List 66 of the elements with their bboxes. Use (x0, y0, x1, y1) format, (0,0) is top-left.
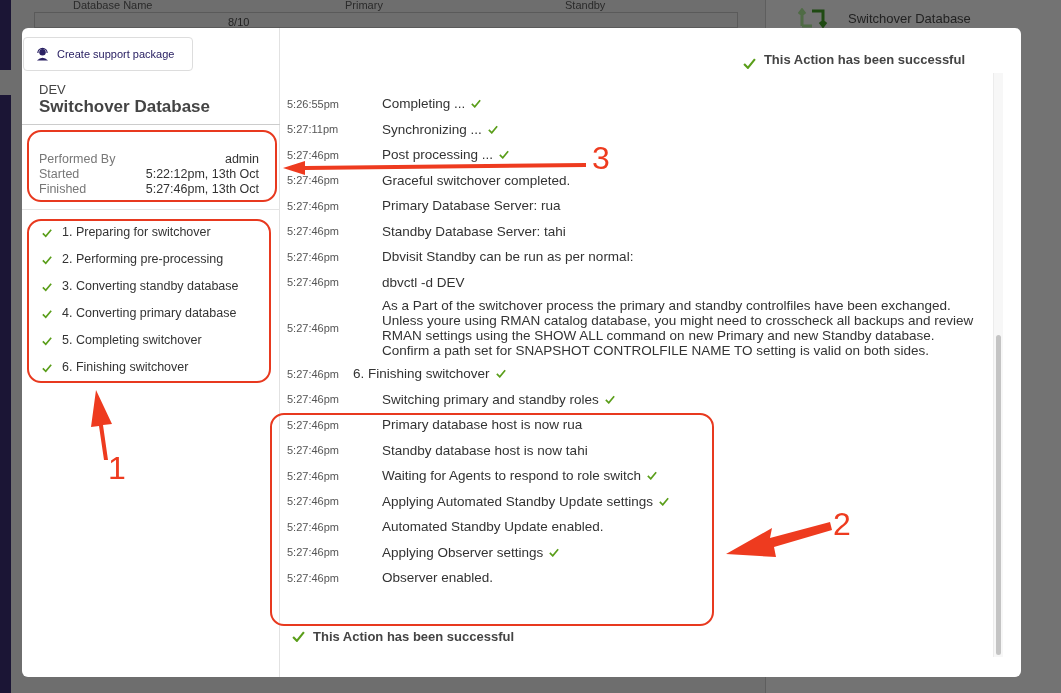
step-label: 4. Converting primary database (62, 305, 237, 323)
log-time: 5:27:46pm (287, 443, 340, 458)
log-time: 5:27:46pm (287, 417, 340, 433)
log-time: 5:27:46pm (287, 173, 340, 188)
step-label: 2. Performing pre-processing (62, 251, 224, 269)
callout-number: 1 (108, 452, 126, 484)
detail-value: 5:27:46pm, 13th Oct (145, 182, 259, 197)
log-message: Completing ... (382, 96, 466, 112)
callout-number: 3 (592, 142, 610, 174)
step-label: 1. Preparing for switchover (62, 224, 211, 242)
scrollbar-thumb[interactable] (996, 335, 1001, 655)
log-time: 5:27:46pm (287, 468, 340, 484)
log-time: 5:26:55pm (287, 96, 340, 112)
log-message: Primary Database Server: rua (382, 198, 561, 214)
detail-label: Finished (39, 182, 87, 197)
log-message: Applying Automated Standby Update settings (382, 493, 653, 509)
log-message: Waiting for Agents to respond to role switch (382, 468, 642, 484)
log-time: 5:27:11pm (287, 122, 340, 137)
headset-icon (36, 47, 49, 61)
nav-bar (0, 0, 11, 70)
log-time: 5:27:46pm (287, 545, 340, 560)
log-time: 5:27:46pm (287, 366, 340, 382)
column-header: Primary (345, 0, 383, 11)
log-message: As a Part of the switchover process the primary and standby controlfiles have been exchanged. Unless youre using RMAN catalog database, you might need to crosscheck all backups and review RMAN settings using the SHOW ALL command on new Primary and new Standby database. Confirm a path set for SNAPSHOT CONTROLFILE NAME TO setting is valid on both sides. (382, 298, 975, 358)
dialog-title: Switchover Database (39, 97, 211, 117)
log-message: Switching primary and standby roles (382, 391, 599, 407)
detail-label: Performed By (39, 152, 116, 167)
log-time: 5:27:46pm (287, 275, 340, 290)
log-message: Standby database host is now tahi (382, 442, 588, 458)
log-time: 5:27:46pm (287, 392, 340, 407)
support-package-button[interactable]: Create support package (23, 37, 193, 71)
log-message: Synchronizing ... (382, 121, 482, 137)
log-message: Observer enabled. (382, 570, 494, 586)
callout-number: 2 (833, 508, 851, 540)
step-label: 5. Completing switchover (62, 332, 202, 350)
log-message: dbvctl -d DEV (382, 274, 465, 290)
detail-label: Started (39, 167, 80, 182)
log-message: Primary database host is now rua (382, 417, 583, 433)
log-time: 5:27:46pm (287, 249, 340, 265)
log-message: Graceful switchover completed. (382, 172, 571, 188)
log-time: 5:27:46pm (287, 224, 340, 239)
side-action-text: Switchover Database (848, 10, 971, 28)
log-message: Standby Database Server: tahi (382, 223, 566, 239)
log-time: 5:27:46pm (287, 570, 340, 586)
log-message: Dbvisit Standby can be run as per normal: (382, 249, 634, 265)
column-header: Standby (565, 0, 606, 11)
callout-arrow (91, 390, 112, 460)
step-label: 6. Finishing switchover (62, 359, 189, 377)
log-message: Applying Observer settings (382, 544, 544, 560)
detail-value: 5:22:12pm, 13th Oct (145, 167, 259, 182)
database-name: DEV (39, 82, 67, 97)
log-time: 5:27:46pm (287, 519, 340, 535)
log-time: 5:27:46pm (287, 147, 340, 163)
detail-value: admin (224, 152, 259, 167)
log-time: 5:27:46pm (287, 198, 340, 214)
column-header: Database Name (73, 0, 153, 11)
success-message: This Action has been successful (313, 628, 515, 646)
log-message: Automated Standby Update enabled. (382, 519, 604, 535)
step-label: 3. Converting standby database (62, 278, 239, 296)
success-message: This Action has been successful (763, 50, 965, 69)
switch-arrows-icon (798, 8, 828, 28)
counter-text: 8/10 (228, 15, 250, 30)
log-time: 5:27:46pm (287, 320, 340, 336)
log-time: 5:27:46pm (287, 494, 340, 509)
log-message: Post processing ... (382, 147, 494, 163)
log-section-heading: 6. Finishing switchover (353, 366, 490, 382)
